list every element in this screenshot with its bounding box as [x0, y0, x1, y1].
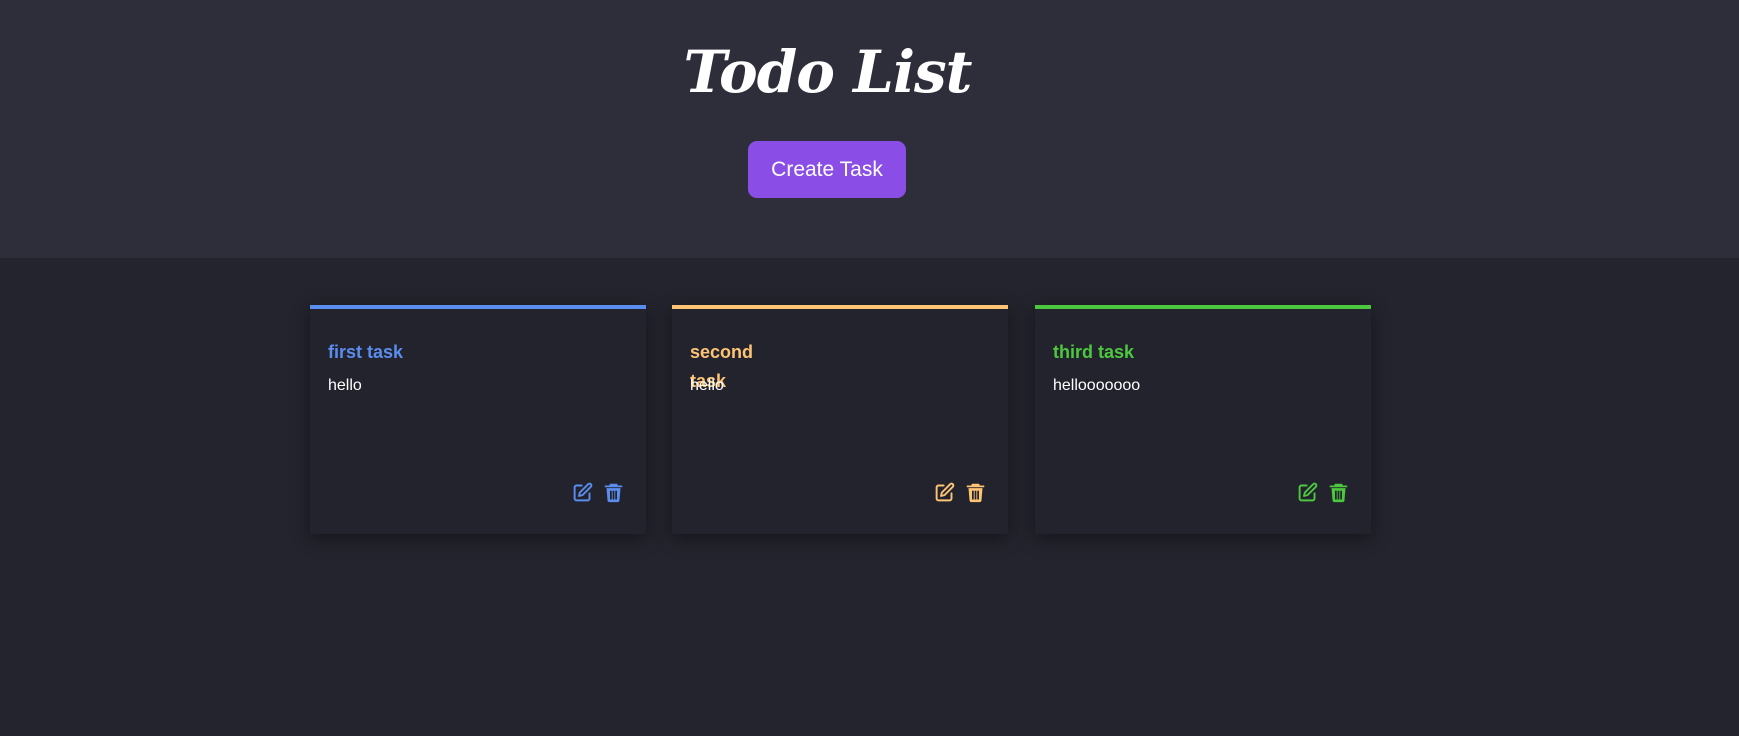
- card-color-bar: [672, 305, 1008, 309]
- task-description: hello: [690, 377, 724, 394]
- task-card: third task hellooooooo: [1035, 305, 1371, 534]
- task-description: hellooooooo: [1053, 377, 1141, 394]
- edit-icon[interactable]: [1297, 482, 1318, 503]
- task-actions: [1297, 482, 1349, 503]
- task-actions: [934, 482, 986, 503]
- task-actions: [572, 482, 624, 503]
- card-color-bar: [310, 305, 646, 309]
- task-title: first task: [328, 342, 404, 362]
- edit-icon[interactable]: [572, 482, 593, 503]
- trash-icon[interactable]: [1328, 482, 1349, 503]
- task-card: first task hello: [310, 305, 646, 534]
- task-card: second task hello: [672, 305, 1008, 534]
- trash-icon[interactable]: [965, 482, 986, 503]
- app-title: Todo List: [683, 38, 973, 106]
- task-title: third task: [1053, 342, 1135, 362]
- header: Todo List Create Task: [0, 0, 1739, 258]
- task-description: hello: [328, 377, 362, 394]
- edit-icon[interactable]: [934, 482, 955, 503]
- trash-icon[interactable]: [603, 482, 624, 503]
- create-task-button[interactable]: Create Task: [748, 141, 906, 198]
- card-color-bar: [1035, 305, 1371, 309]
